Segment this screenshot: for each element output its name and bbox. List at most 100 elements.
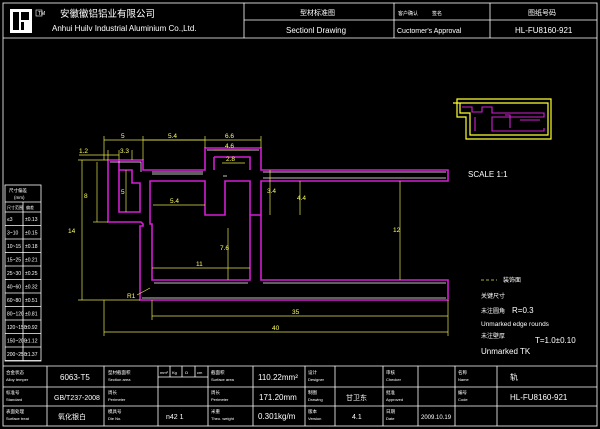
alloy-label: 合金状态 [6, 369, 24, 376]
dim-5: 5 [121, 133, 125, 140]
legend-notes: 装饰面 关键尺寸 未注圆角 R=0.3 Unmarked edge rounds… [481, 276, 576, 356]
company-logo-icon: TM [10, 9, 45, 33]
tolerance-deviation: ±0.32 [25, 285, 38, 291]
tolerance-range: 40~60 [7, 285, 21, 291]
part-name: 轨 [510, 372, 518, 382]
surface-label-en: Surface treat [6, 416, 30, 421]
date-label: 日期 [386, 409, 395, 415]
unit-kg: Kg [172, 370, 177, 375]
weight-label: 米重 [211, 408, 220, 415]
dim-3-4: 3.4 [267, 188, 276, 195]
tolerance-deviation: ±0.92 [25, 325, 38, 331]
dim-7-6: 7.6 [220, 245, 229, 252]
perimeter-value-label: 周长 [211, 389, 220, 396]
code-label-en: Code [458, 397, 468, 402]
dim-40: 40 [272, 325, 280, 332]
code-label: 编号 [458, 389, 467, 396]
tolerance-col-dev: 偏差 [26, 204, 34, 210]
perimeter-value-label-en: Perimeter [211, 397, 229, 402]
drawn-label-en: Drawing [308, 397, 323, 402]
unit-mm2: mm² [160, 370, 169, 375]
tolerance-range: 3~10 [7, 231, 18, 237]
surface-value: 氧化银白 [58, 412, 86, 421]
customer-label-cn: 客户确认 [398, 10, 418, 17]
area-value: 110.22mm² [258, 373, 298, 382]
scale-label: SCALE 1:1 [468, 170, 508, 179]
dim-3-3: 3.3 [120, 148, 129, 155]
design-label-en: Designer [308, 377, 325, 382]
tolerance-deviation: ±0.51 [25, 298, 38, 304]
profile-thumbnail [453, 98, 552, 140]
tolerance-deviation: ±0.25 [25, 271, 38, 277]
dim-35: 35 [292, 309, 300, 316]
tolerance-range: 150~200 [7, 339, 27, 345]
tolerance-deviation: ±0.18 [25, 244, 38, 250]
legend-thick-en: Unmarked TK [481, 347, 531, 356]
legend-key-dim: 关键尺寸 [481, 292, 505, 300]
part-code: HL-FU8160-921 [510, 393, 568, 402]
dimension-labels: 1.2 3.3 5 5.4 6.6 4.6 2.8 3.4 4.4 8 5 5.… [68, 133, 401, 332]
perimeter-label-en: Perimeter [108, 397, 126, 402]
dim-2-8: 2.8 [226, 156, 235, 163]
weight-label-en: Theo. weight [211, 416, 235, 421]
section-profile [107, 147, 449, 301]
mold-label: 模具号 [108, 408, 122, 415]
alloy-label-en: Alloy temper [6, 377, 29, 382]
customer-sign-label: 签名 [432, 10, 442, 17]
mold-label-en: Die No. [108, 416, 121, 421]
perimeter-label: 周长 [108, 389, 117, 396]
dim-4-4: 4.4 [297, 195, 306, 202]
tolerance-deviation: ±1.12 [25, 339, 38, 345]
unit-cm: cm [197, 370, 203, 375]
unit-ohm: Ω [185, 370, 188, 375]
dim-8: 8 [84, 193, 88, 200]
drawn-label: 制图 [308, 389, 317, 396]
drawing-canvas: TM 安徽徽铝铝业有限公司 Anhui Huilv Industrial Alu… [2, 2, 598, 427]
drawing-title-cn: 型材标准图 [300, 8, 335, 17]
dim-1-2: 1.2 [79, 148, 88, 155]
header: TM 安徽徽铝铝业有限公司 Anhui Huilv Industrial Alu… [3, 3, 597, 39]
tolerance-deviation: ±0.21 [25, 258, 38, 264]
customer-label-en: Cuctomer's Approval [397, 28, 462, 35]
legend-thick-t: T=1.0±0.10 [535, 336, 576, 345]
tolerance-range: 25~30 [7, 271, 21, 277]
dim-14: 14 [68, 228, 76, 235]
tolerance-range: 200~250 [7, 352, 27, 358]
legend-decorative-surface: 装饰面 [503, 276, 521, 284]
tolerance-deviation: ±0.13 [25, 217, 38, 223]
tolerance-col-range: 尺寸范围 [7, 204, 23, 210]
dim-5-4-top: 5.4 [168, 133, 177, 140]
perimeter-value: 171.20mm [259, 393, 297, 402]
legend-thick-cn: 未注壁厚 [481, 332, 505, 340]
legend-edge-r: R=0.3 [512, 306, 534, 315]
check-label: 审核 [386, 369, 395, 376]
dim-12: 12 [393, 227, 401, 234]
dim-5-vertical: 5 [121, 189, 125, 196]
tolerance-range: 15~25 [7, 258, 21, 264]
drawing-no: HL-FU8160-921 [515, 26, 573, 35]
standard-value: GB/T237-2008 [54, 395, 100, 402]
svg-text:TM: TM [38, 11, 45, 17]
name-label: 名称 [458, 369, 467, 376]
tolerance-range: 60~80 [7, 298, 21, 304]
tolerance-range: 10~15 [7, 244, 21, 250]
drawing-no-label: 图纸号码 [528, 8, 556, 17]
tolerance-range: 80~120 [7, 312, 24, 318]
version-value: 4.1 [352, 414, 362, 421]
date-value: 2009.10.19 [421, 415, 452, 421]
legend-edge-en: Unmarked edge rounds [481, 321, 550, 328]
standard-label-en: Standard [6, 397, 22, 402]
alloy-value: 6063-T5 [60, 373, 90, 382]
name-label-en: Name [458, 377, 469, 382]
surface-label: 表面处理 [6, 408, 24, 415]
area-label-en: Section area [108, 377, 131, 382]
version-label: 版本 [308, 408, 317, 415]
dim-4-6: 4.6 [225, 143, 234, 150]
title-block: 合金状态 Alloy temper 6063-T5 型材截面积 Section … [3, 365, 597, 426]
dim-6-6: 6.6 [225, 133, 234, 140]
tolerance-deviation: ±0.81 [25, 312, 38, 318]
area-label: 型材截面积 [108, 369, 131, 376]
mold-value: n42 1 [166, 414, 184, 421]
check-label-en: Checker [386, 377, 402, 382]
tolerance-range: 120~150 [7, 325, 27, 331]
